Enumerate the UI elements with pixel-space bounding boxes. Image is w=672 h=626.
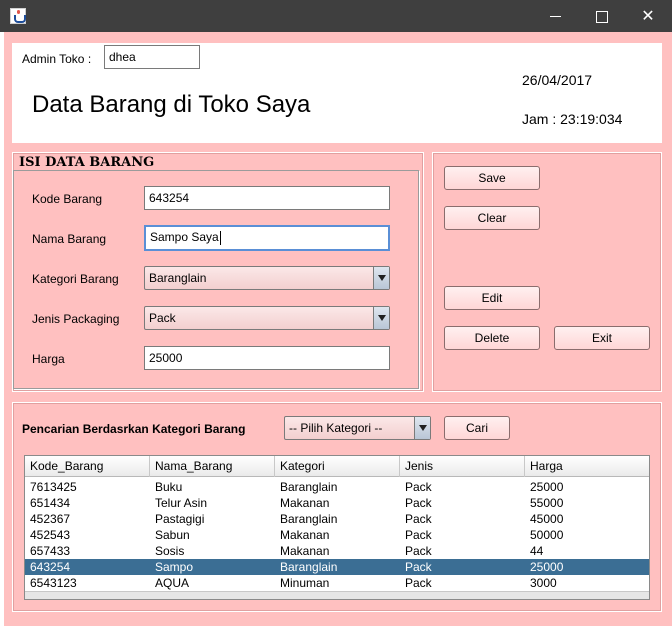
table-cell: Makanan: [280, 496, 330, 510]
table-cell: 50000: [530, 528, 564, 542]
harga-field[interactable]: 25000: [144, 346, 390, 370]
table-cell: Sabun: [155, 528, 190, 542]
admin-label: Admin Toko :: [22, 52, 92, 66]
edit-button[interactable]: Edit: [444, 286, 540, 310]
chevron-down-icon[interactable]: [414, 417, 430, 439]
table-cell: 25000: [530, 480, 564, 494]
window-edge: [0, 32, 4, 626]
header-panel: Admin Toko : dhea Data Barang di Toko Sa…: [12, 43, 662, 143]
table-cell: Pack: [405, 576, 432, 590]
table-cell: Makanan: [280, 528, 330, 542]
table-row[interactable]: 452367 Pastagigi Baranglain Pack 45000: [25, 511, 649, 527]
data-table[interactable]: Kode_Barang Nama_Barang Kategori Jenis H…: [24, 455, 650, 600]
nama-barang-label: Nama Barang: [32, 232, 107, 246]
table-row-selected[interactable]: 643254 Sampo Baranglain Pack 25000: [25, 559, 649, 575]
table-cell: Pack: [405, 544, 432, 558]
clear-button[interactable]: Clear: [444, 206, 540, 230]
search-category-select[interactable]: -- Pilih Kategori --: [284, 416, 431, 440]
exit-button[interactable]: Exit: [554, 326, 650, 350]
table-cell: 452367: [30, 512, 71, 526]
harga-label: Harga: [32, 352, 65, 366]
java-icon: [10, 8, 26, 24]
table-cell: Baranglain: [280, 512, 338, 526]
table-cell: Pastagigi: [155, 512, 205, 526]
table-cell: 7613425: [30, 480, 77, 494]
table-cell: Pack: [405, 560, 432, 574]
table-cell: 3000: [530, 576, 557, 590]
nama-barang-value: Sampo Saya: [150, 230, 219, 244]
text-caret: [219, 230, 221, 245]
table-cell: 6543123: [30, 576, 77, 590]
table-row[interactable]: 651434 Telur Asin Makanan Pack 55000: [25, 495, 649, 511]
kategori-barang-value: Baranglain: [149, 271, 207, 285]
column-header-kategori[interactable]: Kategori: [275, 456, 400, 477]
table-cell: AQUA: [155, 576, 190, 590]
form-panel: ISI DATA BARANG Kode Barang 643254 Nama …: [12, 152, 424, 392]
nama-barang-field[interactable]: Sampo Saya: [144, 225, 390, 251]
form-section-title: ISI DATA BARANG: [19, 155, 155, 170]
table-cell: 651434: [30, 496, 71, 510]
kode-barang-label: Kode Barang: [32, 192, 103, 206]
chevron-down-icon[interactable]: [373, 307, 389, 329]
close-button[interactable]: ✕: [625, 0, 671, 32]
table-row[interactable]: 657433 Sosis Makanan Pack 44: [25, 543, 649, 559]
kategori-barang-select[interactable]: Baranglain: [144, 266, 390, 290]
table-cell: Sosis: [155, 544, 185, 558]
table-scroll-area[interactable]: [25, 591, 649, 599]
date-label: 26/04/2017: [522, 72, 593, 88]
chevron-down-icon[interactable]: [373, 267, 389, 289]
table-cell: Pack: [405, 496, 432, 510]
table-cell: Minuman: [280, 576, 330, 590]
maximize-button[interactable]: [579, 0, 625, 32]
table-cell: 44: [530, 544, 544, 558]
search-category-value: -- Pilih Kategori --: [289, 421, 383, 435]
table-header: Kode_Barang Nama_Barang Kategori Jenis H…: [25, 456, 649, 477]
jenis-packaging-value: Pack: [149, 311, 176, 325]
window-titlebar[interactable]: ✕: [0, 0, 672, 32]
column-header-nama[interactable]: Nama_Barang: [150, 456, 275, 477]
table-cell: Baranglain: [280, 480, 338, 494]
search-label: Pencarian Berdasrkan Kategori Barang: [22, 422, 246, 436]
table-cell: Sampo: [155, 560, 194, 574]
table-cell: 452543: [30, 528, 71, 542]
column-header-jenis[interactable]: Jenis: [400, 456, 525, 477]
jenis-packaging-label: Jenis Packaging: [32, 312, 120, 326]
table-cell: Telur Asin: [155, 496, 208, 510]
jenis-packaging-select[interactable]: Pack: [144, 306, 390, 330]
actions-panel: Save Clear Edit Delete Exit: [432, 152, 662, 392]
time-label: Jam : 23:19:034: [522, 111, 623, 127]
table-cell: Baranglain: [280, 560, 338, 574]
table-cell: 45000: [530, 512, 564, 526]
search-button[interactable]: Cari: [444, 416, 510, 440]
delete-button[interactable]: Delete: [444, 326, 540, 350]
table-cell: 25000: [530, 560, 564, 574]
table-row[interactable]: 7613425 Buku Baranglain Pack 25000: [25, 479, 649, 495]
kode-barang-field[interactable]: 643254: [144, 186, 390, 210]
table-row[interactable]: 6543123 AQUA Minuman Pack 3000: [25, 575, 649, 591]
admin-field[interactable]: dhea: [104, 45, 200, 69]
page-title: Data Barang di Toko Saya: [32, 91, 311, 118]
table-cell: 55000: [530, 496, 564, 510]
table-cell: Pack: [405, 512, 432, 526]
table-cell: Pack: [405, 480, 432, 494]
table-cell: 657433: [30, 544, 71, 558]
table-cell: Buku: [155, 480, 183, 494]
table-cell: Makanan: [280, 544, 330, 558]
save-button[interactable]: Save: [444, 166, 540, 190]
column-header-kode[interactable]: Kode_Barang: [25, 456, 150, 477]
minimize-button[interactable]: [533, 0, 579, 32]
kategori-barang-label: Kategori Barang: [32, 272, 119, 286]
column-header-harga[interactable]: Harga: [525, 456, 649, 477]
table-row[interactable]: 452543 Sabun Makanan Pack 50000: [25, 527, 649, 543]
table-cell: Pack: [405, 528, 432, 542]
table-cell: 643254: [30, 560, 71, 574]
